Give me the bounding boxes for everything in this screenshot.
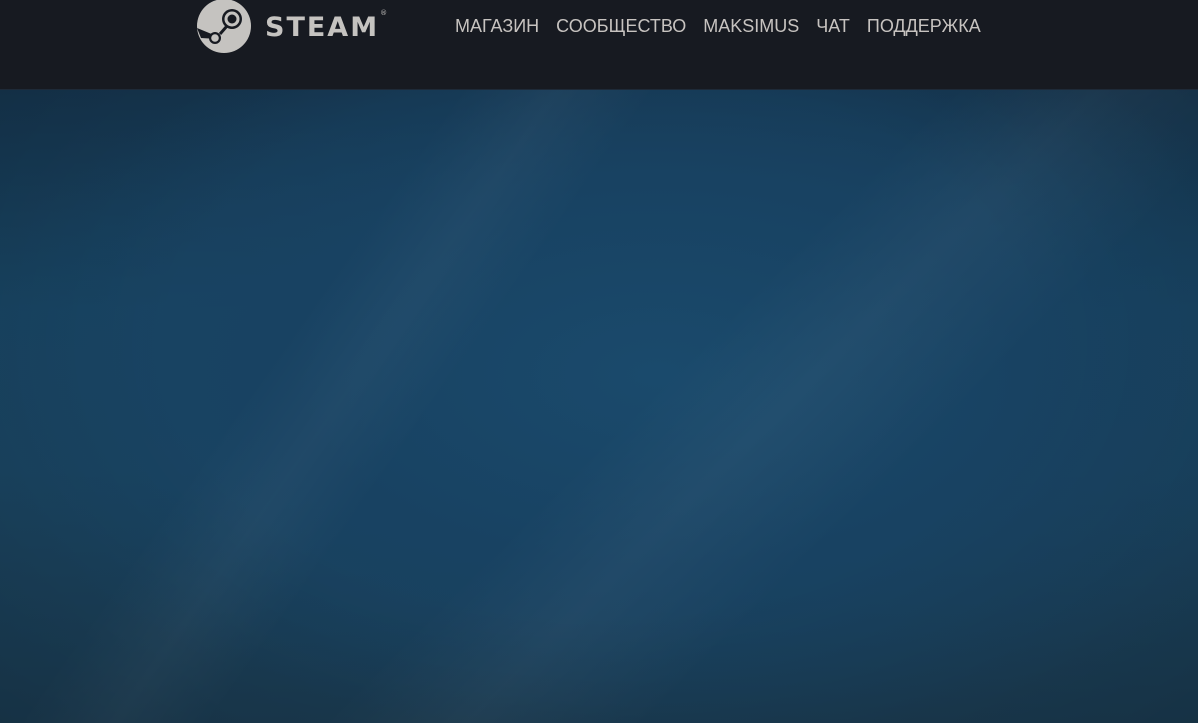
- nav-item-profile[interactable]: MAKSIMUS: [703, 14, 799, 38]
- hero-vignette: [0, 90, 1198, 723]
- hero-background: [0, 90, 1198, 723]
- steam-page: STEAM ® МАГАЗИН СООБЩЕСТВО MAKSIMUS ЧАТ …: [0, 0, 1198, 723]
- main-nav: МАГАЗИН СООБЩЕСТВО MAKSIMUS ЧАТ ПОДДЕРЖК…: [455, 14, 981, 38]
- global-header: STEAM ® МАГАЗИН СООБЩЕСТВО MAKSIMUS ЧАТ …: [0, 0, 1198, 90]
- steam-wordmark: STEAM: [265, 11, 380, 43]
- steam-logo-link[interactable]: STEAM ®: [196, 0, 388, 54]
- nav-item-community[interactable]: СООБЩЕСТВО: [556, 14, 686, 38]
- nav-item-chat[interactable]: ЧАТ: [816, 14, 850, 38]
- registered-mark: ®: [380, 9, 388, 17]
- nav-item-store[interactable]: МАГАЗИН: [455, 14, 539, 38]
- nav-item-support[interactable]: ПОДДЕРЖКА: [867, 14, 981, 38]
- steam-logo-icon: [197, 0, 251, 53]
